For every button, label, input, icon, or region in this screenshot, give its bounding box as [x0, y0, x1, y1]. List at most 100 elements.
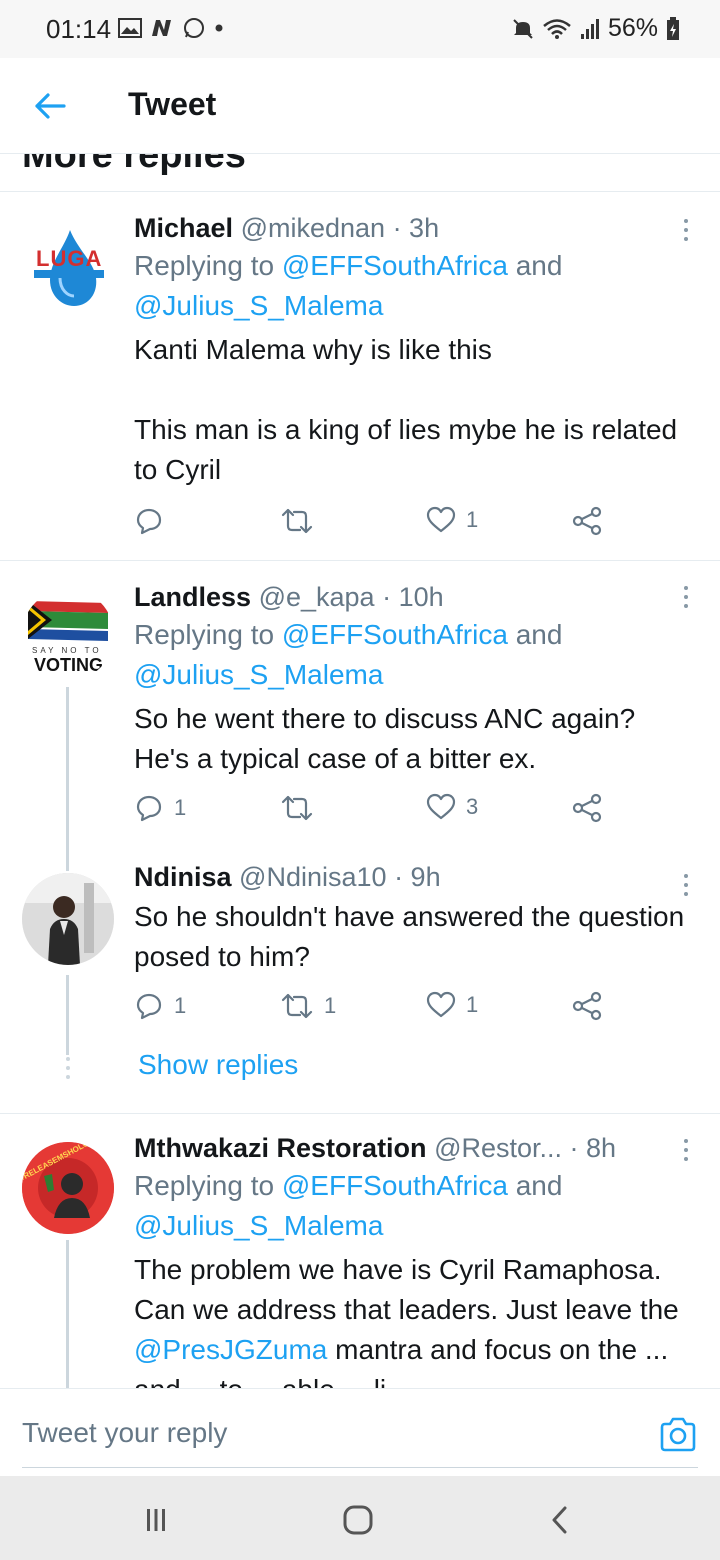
mute-icon — [513, 18, 533, 39]
avatar-text: SAY NO TO — [32, 646, 102, 655]
avatar-landless[interactable]: SAY NO TO VOTING — [22, 589, 114, 681]
retweet-icon — [281, 993, 313, 1019]
reply-icon — [136, 993, 162, 1020]
back-button[interactable] — [28, 84, 72, 128]
reply-count: 1 — [174, 993, 187, 1018]
camera-icon — [660, 1417, 696, 1452]
mention-link[interactable]: @PresJGZuma — [134, 1334, 327, 1365]
retweet-icon — [281, 508, 313, 534]
collapsed-thread-dots — [66, 1057, 70, 1079]
author-name[interactable]: Landless — [134, 582, 251, 612]
tweet-landless[interactable]: SAY NO TO VOTING Landless @e_kapa · 10h … — [0, 561, 720, 851]
release-badge-logo: #RELEASEMSHOLOZIKAW — [22, 1142, 114, 1234]
like-button[interactable]: 1 — [426, 506, 478, 534]
heart-icon — [426, 991, 456, 1018]
reply-button[interactable]: 1 — [134, 793, 186, 823]
replying-to-label: Replying to — [134, 250, 282, 281]
home-button[interactable] — [338, 1500, 378, 1540]
system-nav-bar — [0, 1476, 720, 1560]
whatsapp-icon — [184, 18, 204, 38]
retweet-count: 1 — [324, 993, 337, 1018]
retweet-button[interactable] — [280, 506, 324, 536]
author-name[interactable]: Mthwakazi Restoration — [134, 1133, 427, 1163]
share-icon — [572, 991, 602, 1021]
camera-button[interactable] — [658, 1415, 698, 1455]
mention-link[interactable]: @EFFSouthAfrica — [282, 1170, 508, 1201]
thread-line — [66, 687, 69, 851]
heart-icon — [426, 506, 456, 533]
share-button[interactable] — [572, 506, 602, 536]
status-bar: 01:14 56% — [0, 0, 720, 58]
replying-and: and — [507, 619, 563, 650]
reply-icon — [136, 508, 162, 535]
share-button[interactable] — [572, 793, 602, 823]
more-replies-label: More replies — [22, 154, 246, 176]
tweet-text-line: Kanti Malema why is like this — [134, 334, 492, 365]
status-time: 01:14 — [46, 14, 112, 44]
retweet-icon — [281, 795, 313, 821]
tweet-mthwakazi[interactable]: #RELEASEMSHOLOZIKAW Mthwakazi Restoratio… — [0, 1114, 720, 1388]
luga-logo: LUGA — [34, 230, 104, 306]
reply-icon — [136, 795, 162, 822]
dot-icon — [215, 24, 223, 32]
reply-button[interactable] — [134, 506, 174, 536]
share-icon — [572, 506, 602, 536]
signal-icon — [580, 18, 599, 39]
reply-count: 1 — [174, 795, 187, 820]
thread-line — [66, 1240, 69, 1388]
reply-button[interactable]: 1 — [134, 991, 186, 1021]
avatar-mthwakazi[interactable]: #RELEASEMSHOLOZIKAW — [22, 1142, 114, 1234]
avatar-ndinisa[interactable] — [22, 873, 114, 965]
replying-to-label: Replying to — [134, 1170, 282, 1201]
system-icons: 56% — [512, 14, 680, 43]
author-handle[interactable]: @Restor... — [434, 1133, 562, 1163]
author-handle[interactable]: @e_kapa — [259, 582, 375, 612]
arrow-left-icon — [35, 93, 66, 119]
avatar-michael[interactable]: LUGA — [22, 222, 114, 314]
share-button[interactable] — [572, 991, 602, 1021]
retweet-button[interactable] — [280, 793, 324, 823]
thread-line — [66, 975, 69, 1055]
show-replies-link[interactable]: Show replies — [138, 1049, 298, 1081]
like-count: 1 — [466, 992, 479, 1017]
like-button[interactable]: 1 — [426, 991, 478, 1019]
heart-icon — [426, 793, 456, 820]
mention-link[interactable]: @EFFSouthAfrica — [282, 619, 508, 650]
author-name[interactable]: Michael — [134, 213, 233, 243]
recent-apps-button[interactable] — [136, 1500, 176, 1540]
tweet-header: Landless @e_kapa · 10h — [134, 579, 690, 615]
battery-percent: 56% — [607, 14, 658, 42]
replying-to: Replying to @EFFSouthAfrica and @Julius_… — [134, 1166, 690, 1246]
person-photo — [22, 873, 114, 965]
replying-to: Replying to @EFFSouthAfrica and @Julius_… — [134, 615, 690, 695]
flag-voting-logo: SAY NO TO VOTING — [28, 601, 108, 675]
retweet-button[interactable]: 1 — [280, 991, 336, 1021]
notification-icons — [118, 16, 224, 40]
tweet-ndinisa[interactable]: Ndinisa @Ndinisa10 · 9h So he shouldn't … — [0, 851, 720, 1113]
replying-and: and — [507, 1170, 563, 1201]
reply-input[interactable]: Tweet your reply — [22, 1417, 227, 1449]
author-handle[interactable]: @mikednan — [241, 213, 385, 243]
tweet-time: · 3h — [392, 213, 440, 243]
tweet-michael[interactable]: LUGA Michael @mikednan · 3h Replying to … — [0, 192, 720, 560]
composer-underline — [22, 1467, 698, 1468]
replies-feed[interactable]: LUGA Michael @mikednan · 3h Replying to … — [0, 192, 720, 1388]
mention-link[interactable]: @EFFSouthAfrica — [282, 250, 508, 281]
tweet-time: · 8h — [569, 1133, 617, 1163]
mention-link[interactable]: @Julius_S_Malema — [134, 1210, 383, 1241]
tweet-time: · 10h — [382, 582, 444, 612]
tweet-actions: 1 3 — [134, 793, 604, 829]
tweet-text-part: The problem we have is Cyril Ramaphosa. … — [134, 1254, 679, 1325]
tweet-header: Mthwakazi Restoration @Restor... · 8h — [134, 1130, 690, 1166]
gallery-icon — [118, 18, 142, 38]
back-nav-button[interactable] — [540, 1500, 580, 1540]
author-name[interactable]: Ndinisa — [134, 862, 232, 892]
page-title: Tweet — [128, 86, 217, 122]
mention-link[interactable]: @Julius_S_Malema — [134, 659, 383, 690]
mention-link[interactable]: @Julius_S_Malema — [134, 290, 383, 321]
like-count: 1 — [466, 507, 479, 532]
like-button[interactable]: 3 — [426, 793, 478, 821]
tweet-header: Ndinisa @Ndinisa10 · 9h — [134, 859, 690, 895]
author-handle[interactable]: @Ndinisa10 — [239, 862, 387, 892]
replying-and: and — [507, 250, 563, 281]
